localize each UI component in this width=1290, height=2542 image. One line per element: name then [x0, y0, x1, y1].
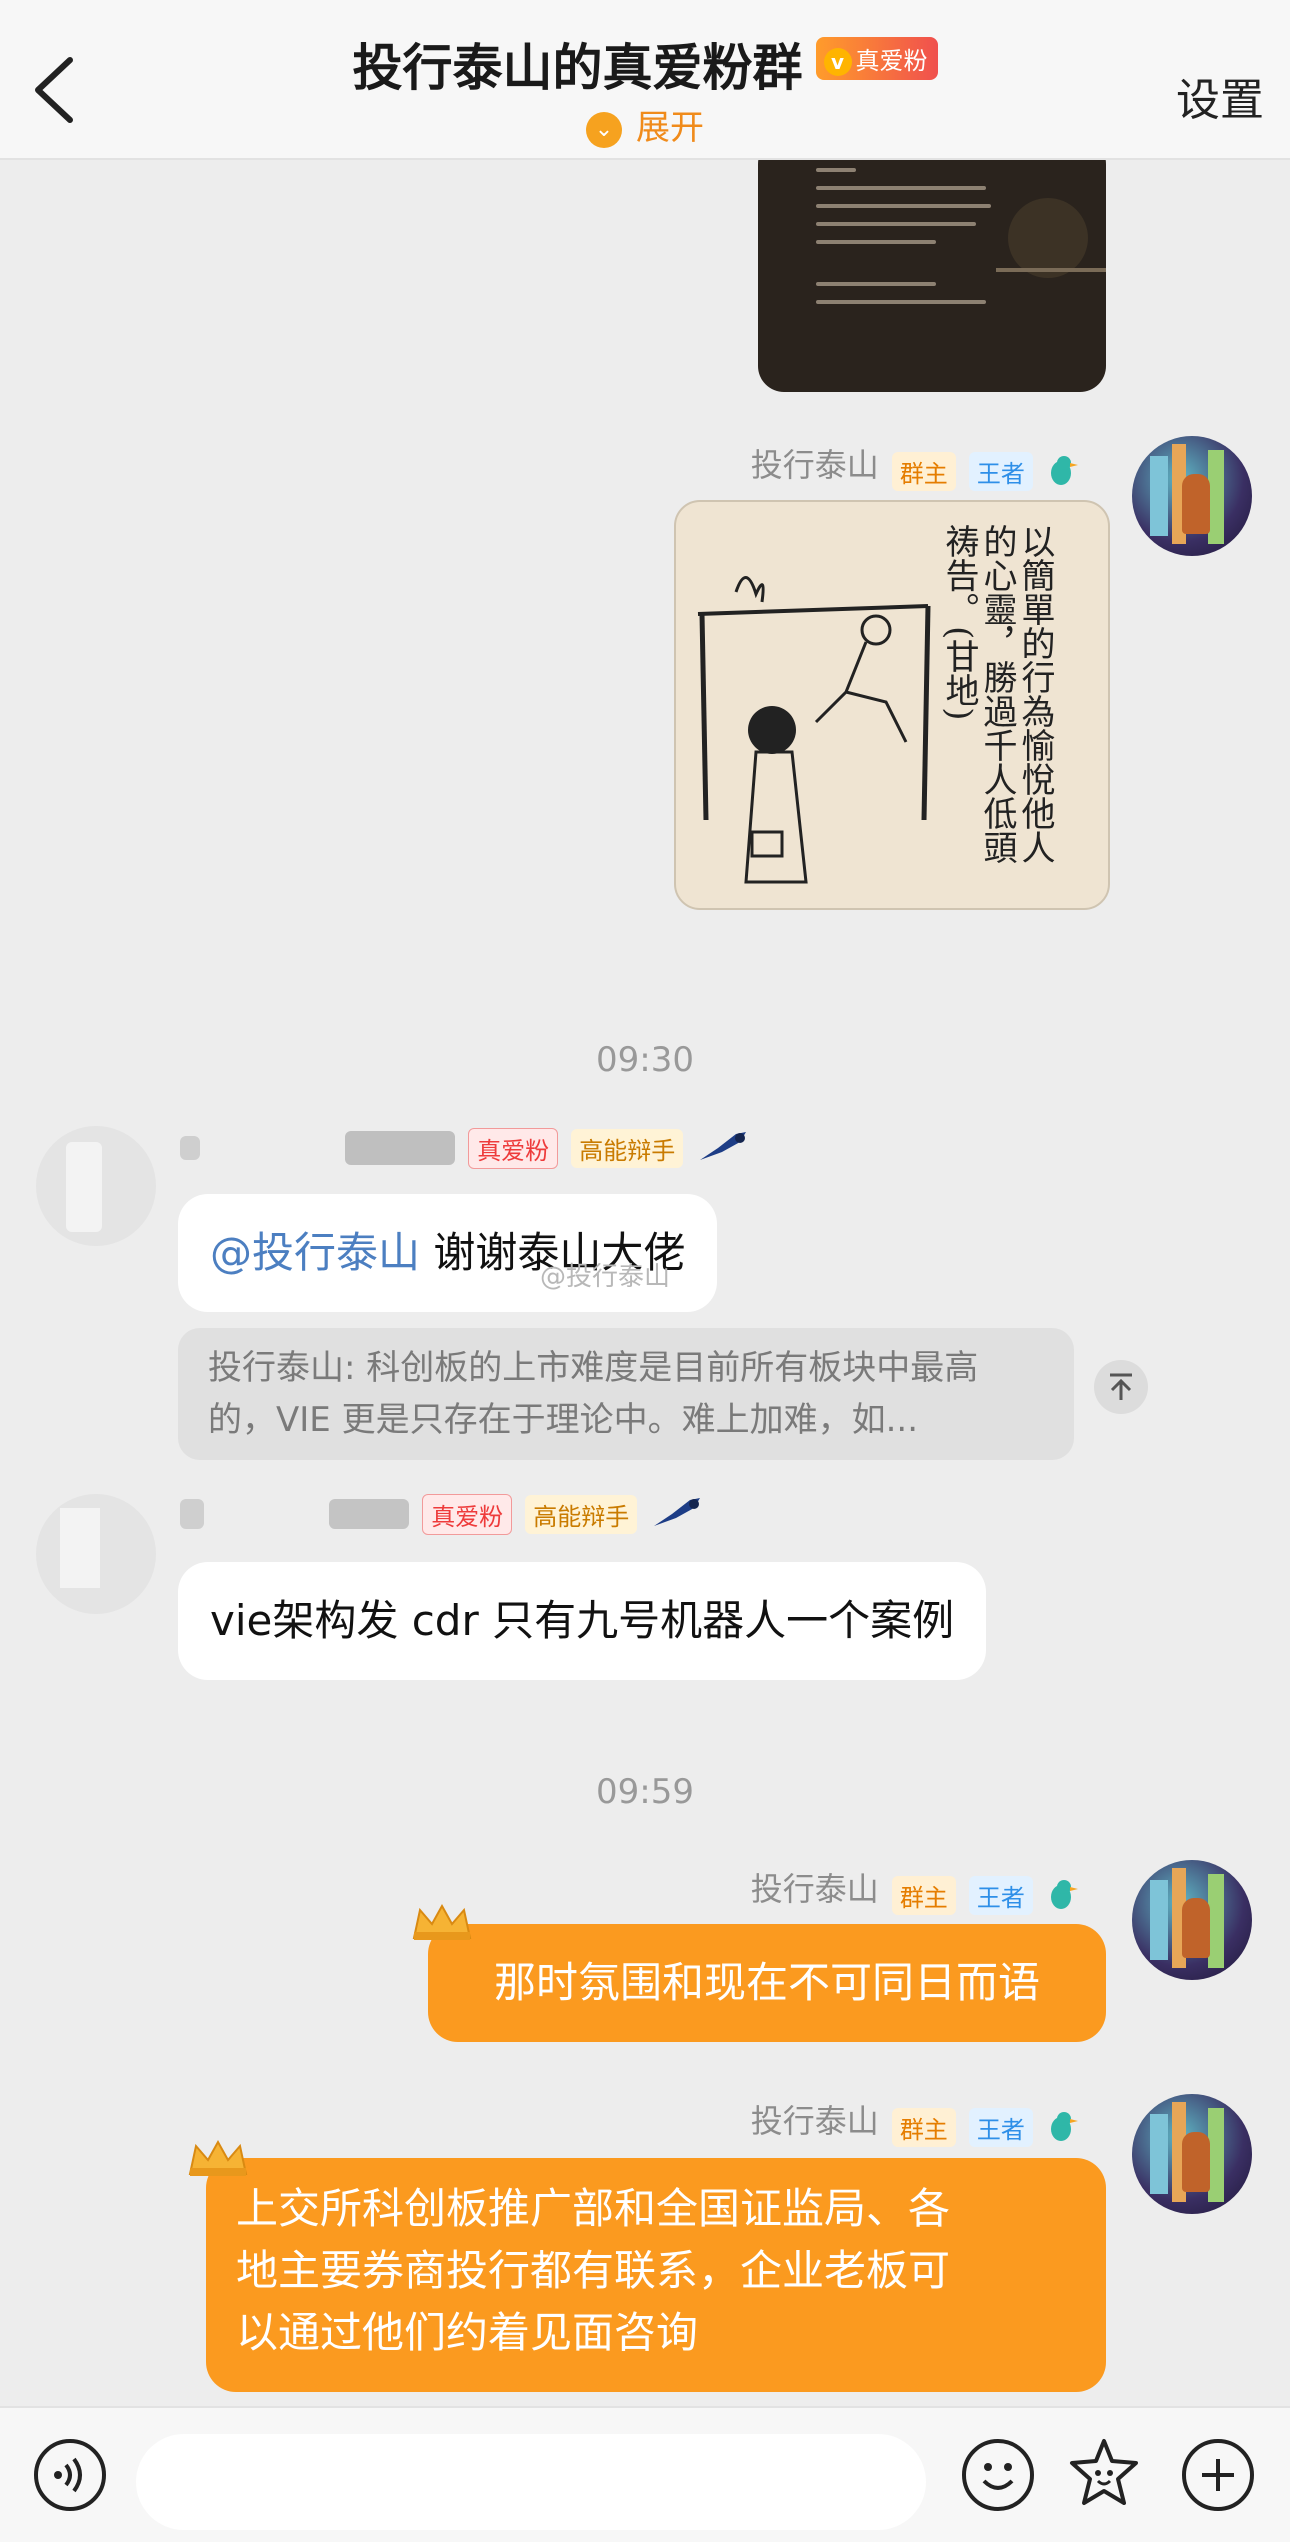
- avatar[interactable]: [36, 1126, 156, 1246]
- timestamp: 09:59: [596, 1772, 694, 1812]
- message-bubble-thanks[interactable]: @投行泰山 谢谢泰山大佬: [178, 1194, 718, 1312]
- mention-link[interactable]: @投行泰山: [210, 1228, 420, 1277]
- sender-row-owner-3: 投行泰山 群主 王者: [751, 2096, 1078, 2149]
- photo-text-lines: [816, 168, 996, 318]
- level-tag: 王者: [968, 1876, 1033, 1915]
- photo-bowl: [1008, 198, 1088, 278]
- quoted-message[interactable]: 投行泰山: 科创板的上市难度是目前所有板块中最高的，VIE 更是只存在于理论中。…: [178, 1328, 1074, 1460]
- message-bubble-vie[interactable]: vie架构发 cdr 只有九号机器人一个案例: [178, 1562, 987, 1680]
- sender-row-fan-1: 真爱粉 高能辩手: [180, 1126, 750, 1170]
- photo-stand: [996, 268, 1106, 272]
- watermark: @投行泰山: [540, 1262, 671, 1292]
- avatar[interactable]: [36, 1494, 156, 1614]
- owner-tag: 群主: [891, 1876, 956, 1915]
- scroll-to-quote-button[interactable]: [1094, 1360, 1148, 1414]
- level-tag: 王者: [968, 2108, 1033, 2147]
- crown-icon: [188, 2139, 248, 2176]
- chevron-down-icon: ⌄: [586, 111, 622, 148]
- voice-icon: [54, 2457, 82, 2493]
- avatar[interactable]: [1132, 2094, 1252, 2214]
- comic-caption: 以簡單的行為愉悅他人的心靈，勝過千人低頭祷告。(甘地): [939, 524, 1055, 864]
- smiley-icon: [982, 2463, 1014, 2490]
- sender-name: 投行泰山: [750, 446, 879, 484]
- add-button[interactable]: [1182, 2439, 1254, 2511]
- title-badge-label: 真爱粉: [855, 46, 928, 75]
- sender-row-owner-2: 投行泰山 群主 王者: [751, 1864, 1078, 1917]
- sender-name: 投行泰山: [750, 2102, 879, 2140]
- emoji-button[interactable]: [962, 2439, 1034, 2511]
- message-bubble-sse[interactable]: 上交所科创板推广部和全国证监局、各 地主要券商投行都有联系，企业老板可 以通过他…: [206, 2158, 1106, 2392]
- message-list[interactable]: 投行泰山 群主 王者 以簡單的行為愉悅他人的心靈，勝過千人低頭祷告。(甘地) 0…: [0, 138, 1290, 2406]
- message-input[interactable]: [136, 2434, 926, 2530]
- owner-tag: 群主: [891, 452, 956, 491]
- sender-row-owner-1: 投行泰山 群主 王者: [751, 440, 1078, 493]
- image-message-photo[interactable]: [758, 138, 1106, 392]
- blurred-name: [180, 1499, 204, 1529]
- blurred-name: [345, 1131, 456, 1165]
- message-bubble-atmosphere[interactable]: 那时氛围和现在不可同日而语: [428, 1924, 1106, 2042]
- timestamp: 09:30: [596, 1040, 694, 1080]
- plus-icon: [1202, 2459, 1234, 2491]
- magpie-icon: [650, 1492, 704, 1536]
- title-tag: 高能辩手: [571, 1128, 684, 1168]
- owner-tag: 群主: [891, 2108, 956, 2147]
- level-tag: 王者: [968, 452, 1033, 491]
- voice-button[interactable]: [34, 2439, 106, 2511]
- sender-name: 投行泰山: [750, 1870, 879, 1908]
- settings-button[interactable]: 设置: [1176, 64, 1264, 128]
- fan-tag: 真爱粉: [422, 1493, 513, 1535]
- image-message-comic[interactable]: 以簡單的行為愉悅他人的心靈，勝過千人低頭祷告。(甘地): [674, 500, 1110, 910]
- message-line: 上交所科创板推广部和全国证监局、各: [236, 2184, 951, 2233]
- message-line: 地主要券商投行都有联系，企业老板可: [236, 2246, 951, 2295]
- bird-icon: [1044, 451, 1078, 493]
- message-line: 以通过他们约着见面咨询: [236, 2308, 699, 2357]
- bird-icon: [1044, 1875, 1078, 1917]
- magpie-icon: [696, 1126, 750, 1170]
- blurred-name: [329, 1499, 410, 1529]
- v-badge-icon: v: [823, 47, 852, 76]
- group-title: 投行泰山的真爱粉群: [352, 39, 803, 97]
- input-bar: [0, 2406, 1290, 2542]
- expand-label: 展开: [636, 108, 704, 148]
- group-title-row[interactable]: 投行泰山的真爱粉群 v 真爱粉: [0, 28, 1290, 100]
- fan-group-badge: v 真爱粉: [815, 36, 938, 80]
- bird-icon: [1044, 2107, 1078, 2149]
- sticker-button[interactable]: [1066, 2435, 1142, 2511]
- chat-header: 投行泰山的真爱粉群 v 真爱粉 ⌄ 展开 设置: [0, 0, 1290, 160]
- avatar[interactable]: [1132, 436, 1252, 556]
- title-tag: 高能辩手: [525, 1494, 638, 1534]
- sender-row-fan-2: 真爱粉 高能辩手: [180, 1492, 704, 1536]
- star-face-icon: [1070, 2439, 1138, 2505]
- crown-icon: [412, 1903, 472, 1940]
- fan-tag: 真爱粉: [468, 1127, 559, 1169]
- blurred-name: [180, 1136, 200, 1160]
- expand-button[interactable]: ⌄ 展开: [0, 100, 1290, 149]
- arrow-up-icon: [1110, 1373, 1132, 1400]
- avatar[interactable]: [1132, 1860, 1252, 1980]
